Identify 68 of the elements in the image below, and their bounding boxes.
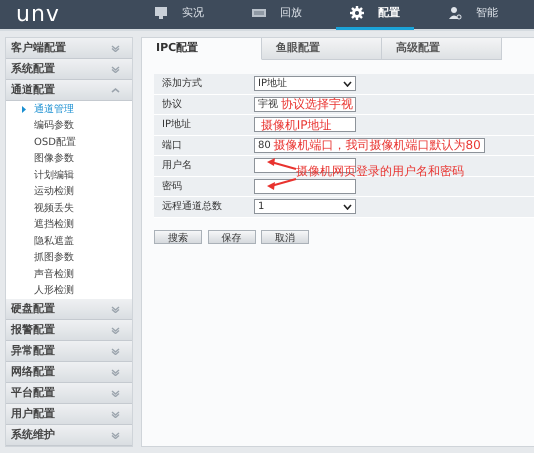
annotation: 摄像机IP地址 (260, 116, 332, 134)
annotation: 摄像机端口，我司摄像机端口默认为80 (273, 137, 481, 154)
field-label: 端口 (162, 138, 183, 153)
button[interactable]: 搜索 (154, 230, 202, 244)
sidebar-section[interactable]: 系统维护 (6, 425, 132, 446)
chevron-down-icon (343, 80, 352, 87)
sidebar-section[interactable]: 平台配置 (6, 383, 132, 404)
sidebar-item[interactable]: 计划编辑 (6, 167, 132, 184)
sidebar-item[interactable]: 图像参数 (6, 150, 132, 167)
sidebar-section[interactable]: 用户配置 (6, 404, 132, 425)
button[interactable]: 保存 (208, 230, 256, 244)
sidebar-section[interactable]: 异常配置 (6, 341, 132, 362)
chevron-down-icon (343, 204, 352, 210)
field-label: 协议 (162, 98, 183, 112)
dropdown[interactable]: 宇视 协议选择宇视 (254, 96, 356, 112)
field-label: IP地址 (162, 118, 192, 132)
annotation: 协议选择宇视 (280, 96, 353, 114)
sidebar-section[interactable]: 报警配置 (6, 320, 132, 341)
sidebar-section[interactable]: 系统配置 (6, 59, 132, 80)
dropdown[interactable]: 1 (254, 199, 356, 214)
nav-tab[interactable]: 实况 (140, 0, 218, 30)
nav-tab[interactable]: 智能 (434, 0, 512, 30)
sidebar-item[interactable]: 隐私遮盖 (6, 233, 132, 250)
input-field[interactable]: 80 摄像机端口，我司摄像机端口默认为80 (254, 138, 485, 153)
field-label: 远程通道总数 (162, 200, 223, 214)
person-icon (448, 6, 462, 20)
field-label: 用户名 (162, 158, 193, 174)
tab[interactable]: 鱼眼配置 (262, 38, 382, 60)
chevron-down-icon (111, 66, 120, 72)
logo: unv (16, 4, 61, 26)
sidebar-item[interactable]: 抓图参数 (6, 250, 132, 266)
sidebar-item[interactable]: 遮挡检测 (6, 216, 132, 233)
arrow (267, 158, 297, 172)
chevron-down-icon (111, 348, 120, 354)
sidebar-section[interactable]: 网络配置 (6, 362, 132, 383)
sidebar-item[interactable]: OSD配置 (6, 134, 132, 150)
film-icon (252, 6, 266, 20)
chevron-down-icon (111, 390, 120, 396)
chevron-down-icon (111, 410, 120, 418)
input-field[interactable]: 摄像机IP地址 (254, 117, 356, 132)
sidebar-section[interactable]: 客户端配置 (6, 38, 132, 59)
arrow (267, 176, 297, 190)
chevron-up-icon (111, 86, 120, 94)
sidebar-item[interactable]: 通道管理 (6, 101, 132, 118)
field-label: 密码 (162, 180, 183, 194)
input-field[interactable] (254, 178, 356, 194)
nav-tab[interactable]: 配置 (336, 0, 414, 30)
annotation: 摄像机网页登录的用户名和密码 (296, 163, 464, 180)
triangle-icon (22, 106, 26, 113)
chevron-down-icon (111, 326, 120, 334)
monitor-icon (154, 6, 168, 20)
chevron-down-icon (111, 44, 120, 52)
chevron-down-icon (111, 306, 120, 312)
chevron-down-icon (111, 432, 120, 438)
chevron-down-icon (111, 368, 120, 376)
sidebar-item[interactable]: 运动检测 (6, 184, 132, 200)
sidebar-item[interactable]: 人形检测 (6, 282, 132, 299)
sidebar-section[interactable]: 通道配置 (6, 80, 132, 101)
dropdown[interactable]: IP地址 (254, 76, 356, 92)
sidebar-item[interactable]: 视频丢失 (6, 200, 132, 216)
sidebar-section[interactable]: 硬盘配置 (6, 299, 132, 320)
tab[interactable]: 高级配置 (382, 38, 502, 60)
sidebar-item[interactable]: 声音检测 (6, 266, 132, 282)
sidebar-item[interactable]: 编码参数 (6, 118, 132, 134)
gear-icon (350, 6, 364, 20)
field-label: 添加方式 (162, 76, 203, 92)
nav-tab[interactable]: 回放 (238, 0, 316, 30)
button[interactable]: 取消 (261, 230, 309, 244)
